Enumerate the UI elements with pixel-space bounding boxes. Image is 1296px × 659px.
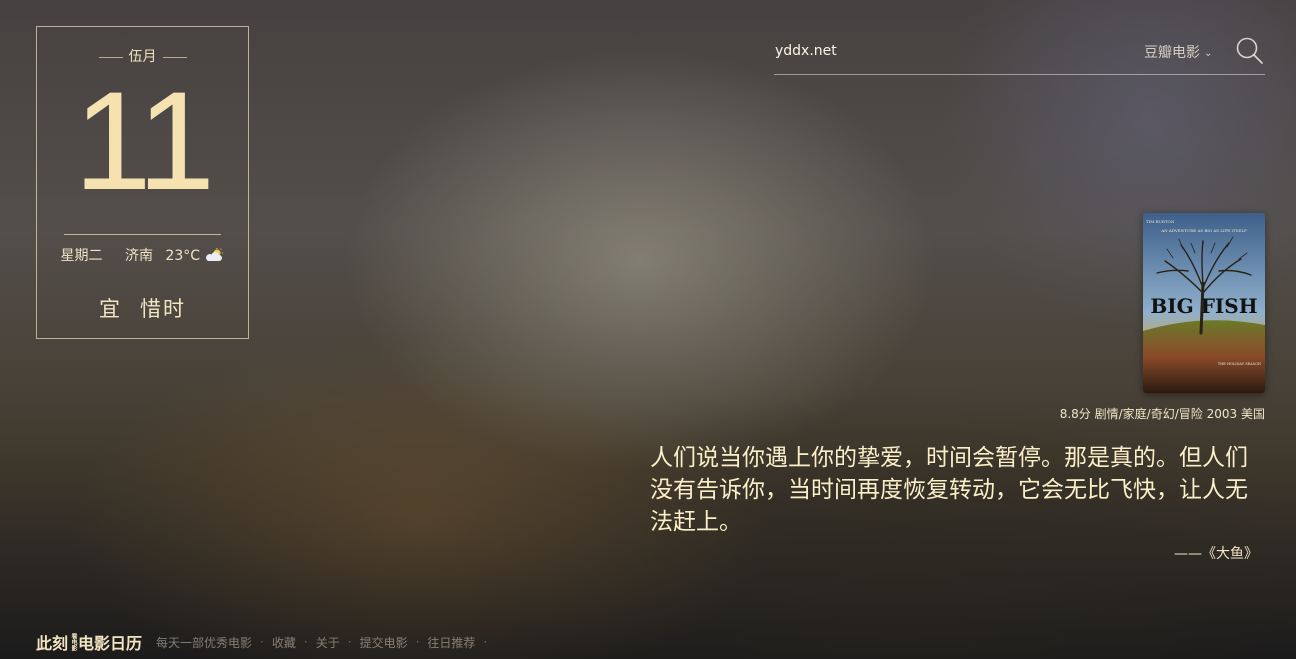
yi-label: 宜 (99, 297, 122, 321)
calendar-card: 伍月 11 星期二 济南 23°C 宜惜时 (36, 26, 249, 339)
logo-left: 此刻 (36, 634, 69, 653)
nav-separator: · (303, 635, 308, 649)
nav-separator: · (415, 635, 420, 649)
movie-country: 美国 (1240, 407, 1265, 421)
search-source-dropdown[interactable]: 豆瓣电影 ⌄ (1144, 42, 1212, 62)
site-logo[interactable]: 此刻 看电影 电影日历 (36, 630, 142, 654)
month-right-line (162, 56, 187, 58)
nav-item-favorite[interactable]: 收藏 (272, 634, 296, 651)
movie-meta: 8.8分 剧情/家庭/奇幻/冒险 2003 美国 (1060, 405, 1265, 422)
movie-poster[interactable]: TIM BURTON AN ADVENTURE AS BIG AS LIFE I… (1143, 213, 1265, 393)
partly-cloudy-icon (206, 248, 224, 261)
nav-item-submit-movie[interactable]: 提交电影 (360, 634, 408, 651)
search-icon[interactable] (1235, 36, 1265, 66)
movie-genres: 剧情/家庭/奇幻/冒险 (1094, 407, 1203, 421)
movie-year: 2003 (1206, 407, 1238, 421)
month-left-line (98, 56, 123, 58)
poster-tagline: AN ADVENTURE AS BIG AS LIFE ITSELF (1160, 228, 1247, 233)
yi-value: 惜时 (140, 297, 186, 321)
quote-source: ——《大鱼》 (1174, 546, 1258, 562)
chevron-down-icon: ⌄ (1204, 48, 1213, 59)
temperature-label: 23°C (165, 248, 201, 264)
footer-nav: 每天一部优秀电影 · 收藏 · 关于 · 提交电影 · 往日推荐 · (156, 634, 495, 651)
search-source-label: 豆瓣电影 (1144, 45, 1200, 61)
footer: 此刻 看电影 电影日历 每天一部优秀电影 · 收藏 · 关于 · 提交电影 · … (36, 630, 495, 654)
logo-right: 电影日历 (78, 634, 143, 653)
weekday-label: 星期二 (60, 248, 103, 264)
logo-mid: 看电影 (70, 633, 78, 651)
movie-quote: 人们说当你遇上你的挚爱，时间会暂停。那是真的。但人们没有告诉你，当时间再度恢复转… (650, 445, 1248, 535)
nav-item-tagline[interactable]: 每天一部优秀电影 (156, 634, 252, 651)
city-label: 济南 (124, 248, 153, 264)
poster-image: TIM BURTON AN ADVENTURE AS BIG AS LIFE I… (1143, 213, 1265, 393)
movie-rating: 8.8分 (1059, 407, 1091, 421)
calendar-info: 星期二 济南 23°C (37, 245, 248, 265)
nav-separator: · (347, 635, 352, 649)
poster-title: BIG FISH (1150, 294, 1257, 318)
poster-billing: THE HOLIDAY SEASON (1218, 362, 1261, 366)
nav-item-about[interactable]: 关于 (316, 634, 340, 651)
search-input[interactable] (775, 40, 1105, 62)
calendar-day: 11 (73, 62, 215, 219)
search-bar: 豆瓣电影 ⌄ (774, 34, 1265, 75)
poster-director: TIM BURTON (1146, 219, 1175, 224)
calendar-divider (64, 234, 221, 235)
nav-separator: · (483, 635, 488, 649)
nav-item-past-picks[interactable]: 往日推荐 (427, 634, 475, 651)
weather-info: 济南 23°C (119, 248, 225, 264)
calendar-yi: 宜惜时 (37, 293, 248, 323)
nav-separator: · (260, 635, 264, 649)
